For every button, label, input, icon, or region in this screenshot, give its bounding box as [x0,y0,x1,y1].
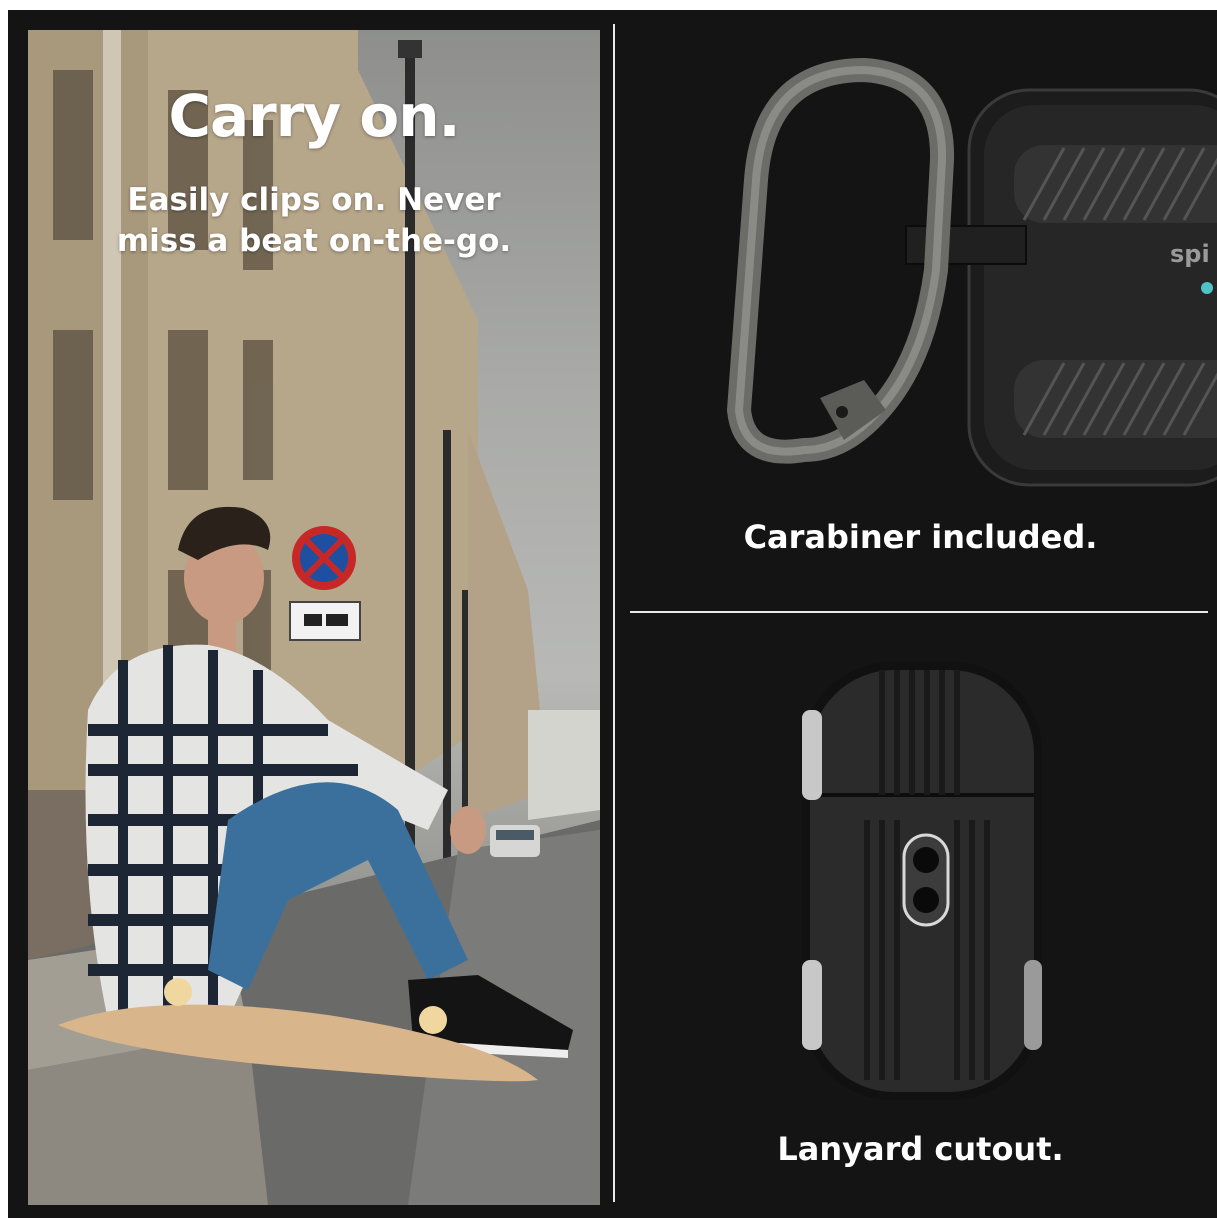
subtitle-line-2: miss a beat on-the-go. [116,223,512,259]
carabiner-case-illustration [727,58,1217,487]
horizontal-divider [630,611,1208,613]
case-side-illustration [802,662,1042,1100]
brand-logo-icon: spi [1170,240,1210,268]
vertical-divider [613,24,615,1202]
headline-title: Carry on. [168,82,460,150]
caption-carabiner: Carabiner included. [743,518,1098,556]
lanyard-cutout-icon [902,833,950,927]
product-infographic: Carry on. Easily clips on. Never miss a … [8,10,1217,1218]
lifestyle-photo: Carry on. Easily clips on. Never miss a … [28,30,600,1205]
tow-away-sign-icon [289,601,361,641]
caption-lanyard: Lanyard cutout. [777,1130,1064,1168]
subtitle-line-1: Easily clips on. Never [127,182,501,218]
no-parking-sign-icon [292,526,356,590]
headline-subtitle: Easily clips on. Never miss a beat on-th… [28,180,600,262]
lanyard-product-image [624,640,1217,1110]
carbon-fiber-panel-bottom [1014,360,1217,438]
carabiner-product-image: spi [624,30,1217,490]
carbon-fiber-panel-top [1014,145,1217,223]
